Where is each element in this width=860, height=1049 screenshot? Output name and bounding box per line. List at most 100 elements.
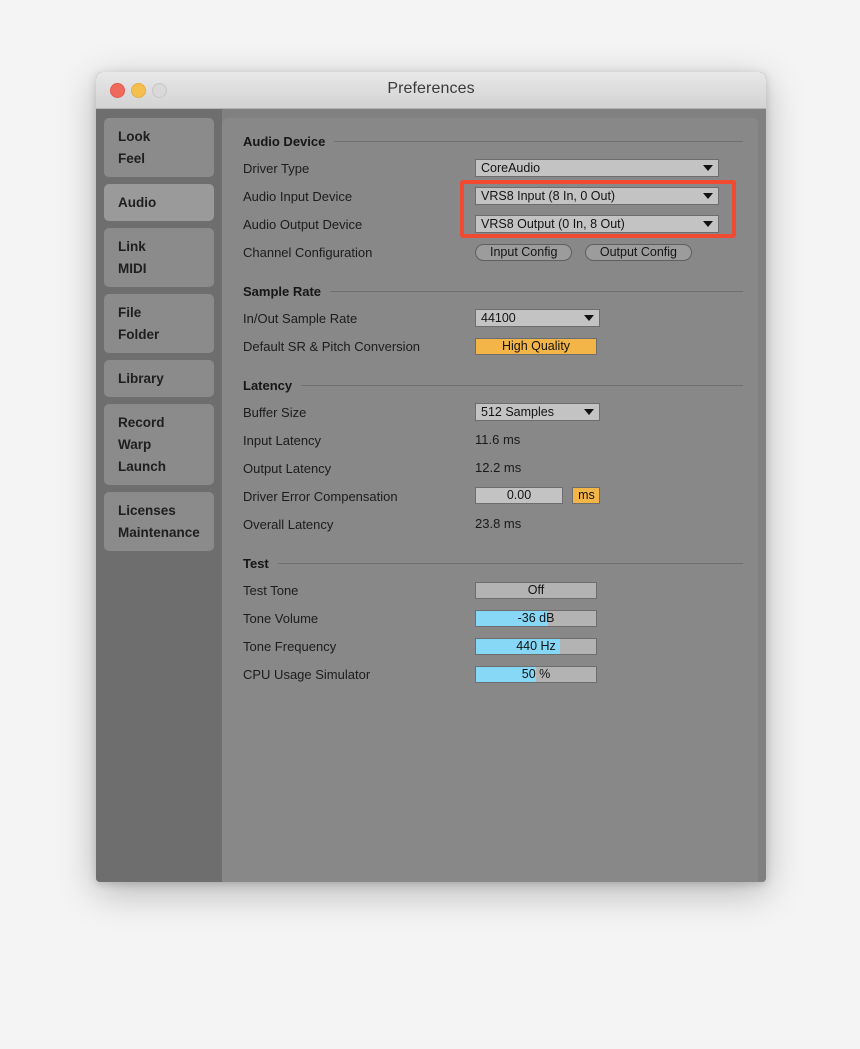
sidebar-item-file[interactable]: File xyxy=(104,301,214,323)
preferences-window: Preferences Look Feel Audio Link MIDI Fi… xyxy=(96,72,766,882)
window-titlebar: Preferences xyxy=(96,72,766,109)
section-divider xyxy=(334,141,743,142)
label-tone-volume: Tone Volume xyxy=(243,610,319,626)
row-tone-frequency: Tone Frequency 440 Hz xyxy=(243,632,743,660)
label-tone-frequency: Tone Frequency xyxy=(243,638,337,654)
row-driver-type: Driver Type CoreAudio xyxy=(243,154,743,182)
sidebar-group-library: Library xyxy=(104,360,214,397)
row-channel-configuration: Channel Configuration Input Config Outpu… xyxy=(243,238,743,266)
row-driver-error-compensation: Driver Error Compensation 0.00 ms xyxy=(243,482,743,510)
label-cpu-usage-simulator: CPU Usage Simulator xyxy=(243,666,371,682)
cpu-usage-simulator-slider[interactable]: 50 % xyxy=(475,665,597,683)
tone-volume-value: -36 dB xyxy=(517,610,555,625)
preferences-content-panel: Audio Device Driver Type CoreAudio Audio… xyxy=(222,118,758,882)
audio-output-device-dropdown[interactable]: VRS8 Output (0 In, 8 Out) xyxy=(475,215,719,233)
sidebar-item-record[interactable]: Record xyxy=(104,411,214,433)
preferences-sidebar: Look Feel Audio Link MIDI File Folder Li… xyxy=(96,109,222,882)
row-audio-output-device: Audio Output Device VRS8 Output (0 In, 8… xyxy=(243,210,743,238)
sidebar-group-licenses-maintenance: Licenses Maintenance xyxy=(104,492,214,551)
row-buffer-size: Buffer Size 512 Samples xyxy=(243,398,743,426)
test-tone-toggle[interactable]: Off xyxy=(475,581,597,599)
row-cpu-usage-simulator: CPU Usage Simulator 50 % xyxy=(243,660,743,688)
audio-input-device-dropdown[interactable]: VRS8 Input (8 In, 0 Out) xyxy=(475,187,719,205)
label-channel-configuration: Channel Configuration xyxy=(243,244,373,260)
driver-error-compensation-input[interactable]: 0.00 xyxy=(475,487,563,504)
label-output-latency: Output Latency xyxy=(243,460,332,476)
label-audio-output-device: Audio Output Device xyxy=(243,216,363,232)
label-test-tone: Test Tone xyxy=(243,582,299,598)
test-tone-value: Off xyxy=(527,582,545,597)
cpu-usage-simulator-value: 50 % xyxy=(521,666,551,681)
section-title-sample-rate: Sample Rate xyxy=(243,284,322,299)
row-output-latency: Output Latency 12.2 ms xyxy=(243,454,743,482)
label-driver-type: Driver Type xyxy=(243,160,310,176)
tone-frequency-slider[interactable]: 440 Hz xyxy=(475,637,597,655)
overall-latency-value: 23.8 ms xyxy=(475,516,522,531)
chevron-down-icon xyxy=(703,221,713,227)
section-title-test: Test xyxy=(243,556,269,571)
screen-background: Preferences Look Feel Audio Link MIDI Fi… xyxy=(0,0,860,1049)
row-test-tone: Test Tone Off xyxy=(243,576,743,604)
section-divider xyxy=(301,385,743,386)
output-latency-value: 12.2 ms xyxy=(475,460,522,475)
sidebar-item-link[interactable]: Link xyxy=(104,235,214,257)
buffer-size-dropdown[interactable]: 512 Samples xyxy=(475,403,600,421)
sidebar-item-launch[interactable]: Launch xyxy=(104,455,214,477)
sidebar-group-look-feel: Look Feel xyxy=(104,118,214,177)
sidebar-item-maintenance[interactable]: Maintenance xyxy=(104,521,214,543)
window-body: Look Feel Audio Link MIDI File Folder Li… xyxy=(96,109,766,882)
label-buffer-size: Buffer Size xyxy=(243,404,307,420)
audio-output-device-value: VRS8 Output (0 In, 8 Out) xyxy=(481,217,625,231)
section-header-audio-device: Audio Device xyxy=(243,134,743,149)
driver-type-value: CoreAudio xyxy=(481,161,541,175)
sidebar-item-library[interactable]: Library xyxy=(104,367,214,389)
sidebar-item-licenses[interactable]: Licenses xyxy=(104,499,214,521)
in-out-sample-rate-dropdown[interactable]: 44100 xyxy=(475,309,600,327)
output-config-button[interactable]: Output Config xyxy=(584,244,693,261)
in-out-sample-rate-value: 44100 xyxy=(481,311,516,325)
row-overall-latency: Overall Latency 23.8 ms xyxy=(243,510,743,538)
label-audio-input-device: Audio Input Device xyxy=(243,188,353,204)
window-title: Preferences xyxy=(387,80,475,97)
label-input-latency: Input Latency xyxy=(243,432,322,448)
sidebar-group-audio: Audio xyxy=(104,184,214,221)
tone-frequency-value: 440 Hz xyxy=(516,638,556,653)
section-header-test: Test xyxy=(243,556,743,571)
row-default-sr-pitch-conversion: Default SR & Pitch Conversion High Quali… xyxy=(243,332,743,360)
sidebar-group-file-folder: File Folder xyxy=(104,294,214,353)
driver-type-dropdown[interactable]: CoreAudio xyxy=(475,159,719,177)
tone-volume-slider[interactable]: -36 dB xyxy=(475,609,597,627)
row-input-latency: Input Latency 11.6 ms xyxy=(243,426,743,454)
buffer-size-value: 512 Samples xyxy=(481,405,554,419)
sidebar-item-warp[interactable]: Warp xyxy=(104,433,214,455)
sidebar-group-record-warp-launch: Record Warp Launch xyxy=(104,404,214,485)
audio-input-device-value: VRS8 Input (8 In, 0 Out) xyxy=(481,189,616,203)
section-header-latency: Latency xyxy=(243,378,743,393)
section-title-audio-device: Audio Device xyxy=(243,134,326,149)
chevron-down-icon xyxy=(703,193,713,199)
chevron-down-icon xyxy=(584,409,594,415)
input-config-button[interactable]: Input Config xyxy=(475,244,573,261)
section-header-sample-rate: Sample Rate xyxy=(243,284,743,299)
sidebar-group-link-midi: Link MIDI xyxy=(104,228,214,287)
input-latency-value: 11.6 ms xyxy=(475,432,521,447)
row-audio-input-device: Audio Input Device VRS8 Input (8 In, 0 O… xyxy=(243,182,743,210)
sidebar-item-folder[interactable]: Folder xyxy=(104,323,214,345)
label-in-out-sample-rate: In/Out Sample Rate xyxy=(243,310,358,326)
chevron-down-icon xyxy=(584,315,594,321)
label-default-sr-pitch-conversion: Default SR & Pitch Conversion xyxy=(243,338,421,354)
sidebar-item-midi[interactable]: MIDI xyxy=(104,257,214,279)
driver-error-compensation-unit[interactable]: ms xyxy=(572,487,601,504)
sidebar-item-audio[interactable]: Audio xyxy=(104,191,214,213)
label-overall-latency: Overall Latency xyxy=(243,516,334,532)
sidebar-item-look[interactable]: Look xyxy=(104,125,214,147)
row-in-out-sample-rate: In/Out Sample Rate 44100 xyxy=(243,304,743,332)
row-tone-volume: Tone Volume -36 dB xyxy=(243,604,743,632)
section-divider xyxy=(330,291,743,292)
label-driver-error-compensation: Driver Error Compensation xyxy=(243,488,398,504)
section-divider xyxy=(277,563,743,564)
chevron-down-icon xyxy=(703,165,713,171)
section-title-latency: Latency xyxy=(243,378,293,393)
sidebar-item-feel[interactable]: Feel xyxy=(104,147,214,169)
default-sr-pitch-conversion-toggle[interactable]: High Quality xyxy=(475,337,597,355)
